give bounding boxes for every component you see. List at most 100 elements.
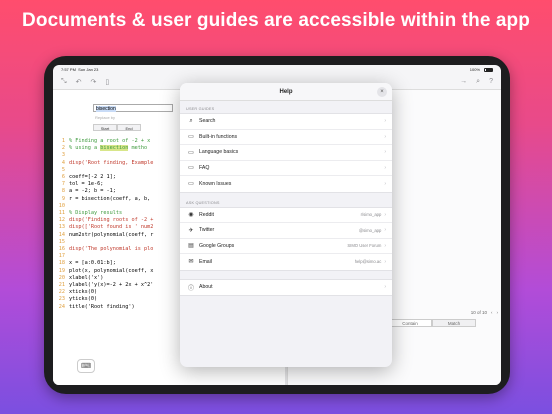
help-row-search[interactable]: ⌕ Search › (180, 114, 392, 130)
code-text: r = bisection(coeff, a, b, (69, 195, 151, 202)
help-row-known-issues[interactable]: ▭ Known Issues › (180, 176, 392, 192)
code-text: plot(x, polynomial(coeff, x (69, 267, 154, 274)
help-modal: Help × USER GUIDES ⌕ Search › ▭ Built-in fun… (180, 83, 392, 367)
help-row-faq[interactable]: ▭ FAQ › (180, 161, 392, 176)
help-row-google-groups[interactable]: ▤ Google Groups SIMO User Forum › (180, 239, 392, 254)
user-guides-list: ⌕ Search › ▭ Built-in functions › ▭ Language ba… (180, 113, 392, 193)
keyboard-icon[interactable]: ⌨ (77, 359, 95, 373)
app-screen: 7:57 PM Sun Jan 23 100% ⤡ ↶ ↷ ▯ → ⌕ ? Ho… (53, 65, 501, 385)
line-number: 20 (58, 274, 65, 281)
close-icon[interactable]: × (377, 87, 387, 97)
folder-icon: ▭ (188, 165, 194, 172)
status-date: Sun Jan 23 (78, 67, 99, 72)
chevron-right-icon: › (384, 133, 386, 140)
email-icon: ✉ (188, 259, 194, 266)
folder-icon: ▭ (188, 149, 194, 156)
end-button[interactable]: End (117, 124, 141, 131)
search-toolbar-icon[interactable]: ⌕ (476, 78, 480, 86)
help-row-label: Known Issues (199, 180, 232, 187)
battery-icon (484, 67, 493, 72)
find-input[interactable]: bisection (93, 104, 173, 112)
help-row-detail: help@simo.ac (354, 259, 382, 265)
chevron-right-icon: › (384, 211, 386, 218)
code-text: % Finding a root of -2 + x (69, 138, 151, 144)
ask-questions-list: ◉ Reddit r/simo_app › ✈ Twitter @simo_app › ▤ Goo… (180, 206, 392, 271)
help-header: Help × (180, 83, 392, 101)
help-toolbar-icon[interactable]: ? (489, 78, 493, 85)
help-row-twitter[interactable]: ✈ Twitter @simo_app › (180, 223, 392, 239)
help-row-label: Google Groups (199, 242, 235, 249)
code-text: coeff=[-2 2 1]; (69, 174, 116, 181)
help-row-built-in-functions[interactable]: ▭ Built-in functions › (180, 130, 392, 145)
code-text: disp('Root finding, Example (69, 159, 154, 166)
code-text: disp('Finding roots of -2 + (69, 217, 154, 224)
line-number: 10 (58, 202, 65, 209)
resize-icon[interactable]: ⤡ (61, 78, 67, 86)
ask-questions-label: ASK QUESTIONS (186, 200, 220, 205)
chevron-right-icon: › (384, 164, 386, 171)
folder-icon: ▭ (188, 181, 194, 188)
replace-input[interactable]: Replace by (93, 114, 173, 122)
code-text: title('Root finding') (69, 303, 135, 310)
ipad-frame: 7:57 PM Sun Jan 23 100% ⤡ ↶ ↷ ▯ → ⌕ ? Ho… (44, 56, 510, 394)
status-bar: 7:57 PM Sun Jan 23 100% (53, 65, 501, 74)
line-number: 14 (58, 231, 65, 238)
about-list: ⓘ About › (180, 278, 392, 296)
help-row-label: Email (199, 258, 212, 265)
chevron-right-icon: › (384, 227, 386, 234)
help-row-detail: r/simo_app (360, 212, 382, 218)
line-number: 11 (58, 210, 65, 217)
undo-icon[interactable]: ↶ (76, 78, 82, 86)
document-icon[interactable]: ▯ (105, 78, 109, 86)
user-guides-label: USER GUIDES (186, 107, 215, 111)
code-text: num2str(polynomial(coeff, r (69, 231, 154, 238)
chevron-right-icon: › (384, 258, 386, 265)
help-row-label: Search (199, 118, 216, 125)
line-number: 12 (58, 217, 65, 224)
next-match-icon[interactable]: › (497, 310, 499, 315)
help-row-label: Reddit (199, 211, 214, 218)
line-number: 3 (61, 152, 65, 159)
help-row-about[interactable]: ⓘ About › (180, 280, 392, 296)
line-number: 22 (58, 289, 65, 296)
start-button[interactable]: Start (93, 124, 117, 131)
chevron-right-icon: › (384, 118, 386, 125)
help-row-detail: @simo_app (358, 227, 382, 233)
find-value: bisection (96, 106, 116, 112)
code-text: xlabel('x') (69, 274, 104, 281)
battery-percent: 100% (469, 67, 480, 72)
line-number: 16 (58, 246, 65, 253)
help-row-label: About (199, 284, 213, 291)
twitter-icon: ✈ (188, 227, 194, 234)
redo-icon[interactable]: ↷ (90, 78, 96, 86)
line-number: 24 (58, 303, 65, 310)
line-number: 5 (61, 166, 65, 173)
status-time: 7:57 PM (61, 67, 76, 72)
help-row-language-basics[interactable]: ▭ Language basics › (180, 145, 392, 161)
code-text: tol = 1e-6; (69, 181, 104, 188)
contain-mode-button[interactable]: Contain (388, 319, 432, 327)
info-icon: ⓘ (187, 285, 194, 292)
help-row-label: Language basics (199, 149, 239, 156)
line-number: 21 (58, 282, 65, 289)
line-number: 6 (61, 174, 65, 181)
help-row-label: Twitter (199, 227, 215, 234)
forward-icon[interactable]: → (460, 78, 467, 85)
line-number: 17 (58, 253, 65, 260)
help-row-reddit[interactable]: ◉ Reddit r/simo_app › (180, 208, 392, 223)
line-number: 23 (58, 296, 65, 303)
chevron-right-icon: › (384, 180, 386, 187)
find-panel: 10 of 10 ‹ › Contain Match (388, 310, 498, 327)
line-number: 13 (58, 224, 65, 231)
prev-match-icon[interactable]: ‹ (491, 310, 493, 315)
match-mode-button[interactable]: Match (432, 319, 476, 327)
code-text: x = [a:0.01:b]; (69, 260, 116, 267)
line-number: 1 (61, 138, 65, 144)
headline: Documents & user guides are accessible w… (22, 10, 530, 31)
help-row-email[interactable]: ✉ Email help@simo.ac › (180, 254, 392, 270)
line-number: 9 (61, 195, 65, 202)
search-icon: ⌕ (189, 117, 193, 124)
google-groups-icon: ▤ (188, 243, 194, 250)
code-text: disp('The polynomial is plo (69, 246, 154, 253)
code-text: xticks(0) (69, 289, 98, 296)
